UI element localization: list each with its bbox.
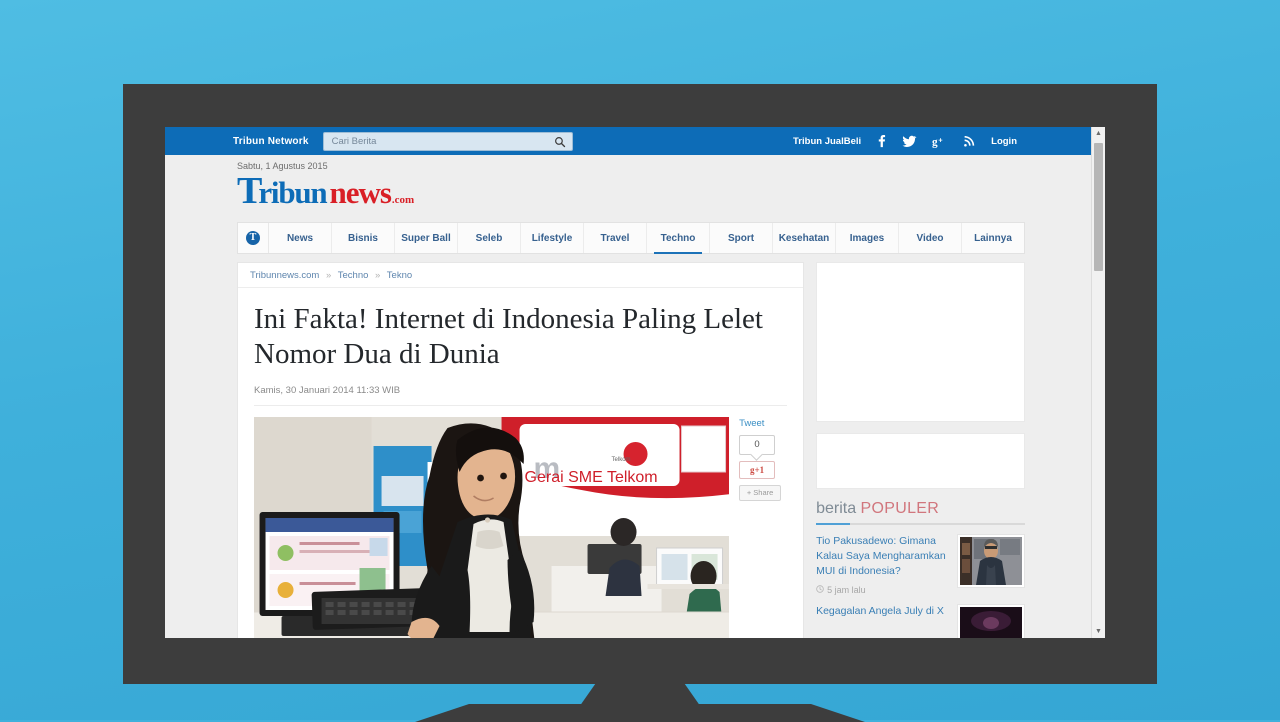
article-column: Tribunnews.com » Techno » Tekno Ini Fakt… — [237, 262, 805, 638]
page-scrollbar[interactable]: ▲ ▼ — [1091, 127, 1105, 638]
current-date: Sabtu, 1 Agustus 2015 — [237, 161, 328, 171]
scrollbar-track[interactable] — [1092, 140, 1105, 625]
breadcrumb-separator-1: » — [325, 270, 332, 281]
article-photo: m Telkom Gerai SME Telkom — [254, 415, 730, 638]
search-input[interactable] — [329, 134, 544, 148]
scroll-down-arrow[interactable]: ▼ — [1092, 625, 1105, 638]
main-navigation: T News Bisnis Super Ball Seleb Lifestyle… — [237, 222, 1025, 254]
breadcrumb-home[interactable]: Tribunnews.com — [250, 270, 319, 281]
clock-icon — [816, 584, 824, 595]
breadcrumb-separator-2: » — [375, 270, 381, 281]
ad-slot-large[interactable] — [816, 262, 1025, 422]
breadcrumb-techno[interactable]: Techno — [338, 270, 369, 281]
scrollbar-thumb[interactable] — [1094, 143, 1103, 271]
content-area: Tribunnews.com » Techno » Tekno Ini Fakt… — [237, 262, 1025, 638]
popular-item-time: 5 jam lalu — [827, 584, 866, 595]
nav-item-sport[interactable]: Sport — [710, 223, 773, 253]
logo-suffix: .com — [391, 194, 415, 206]
webpage-tribunnews: Tribun Network Tribun JualBeli — [165, 127, 1097, 638]
sidebar-column: berita POPULER Tio Pakusadewo: Gimana Ka… — [816, 262, 1025, 638]
list-item[interactable]: Tio Pakusadewo: Gimana Kalau Saya Mengha… — [816, 525, 1025, 595]
login-link[interactable]: Login — [991, 136, 1017, 147]
article-headline: Ini Fakta! Internet di Indonesia Paling … — [254, 303, 763, 371]
logo-part-tribun: ribun — [258, 175, 327, 210]
article-body: m Telkom Gerai SME Telkom Tweet 0 g+1 + … — [238, 406, 803, 638]
svg-text:Gerai SME Telkom: Gerai SME Telkom — [525, 469, 658, 486]
google-plus-icon[interactable]: g + — [932, 135, 948, 148]
popular-item-text: Tio Pakusadewo: Gimana Kalau Saya Mengha… — [816, 534, 949, 595]
topbar-left-group: Tribun Network — [233, 131, 573, 151]
nav-label: Video — [916, 232, 944, 244]
logo-part-news: news — [329, 175, 391, 210]
nav-item-lainnya[interactable]: Lainnya — [962, 223, 1024, 253]
site-topbar: Tribun Network Tribun JualBeli — [165, 127, 1097, 155]
nav-label: Images — [849, 232, 885, 244]
nav-item-lifestyle[interactable]: Lifestyle — [521, 223, 584, 253]
tweet-count-badge: 0 — [739, 434, 776, 455]
tribun-home-icon: T — [246, 231, 260, 245]
nav-label: Kesehatan — [778, 232, 830, 244]
social-share-column: Tweet 0 g+1 + Share — [739, 416, 787, 638]
popular-item-thumbnail[interactable] — [957, 534, 1025, 588]
popular-item-thumbnail[interactable] — [957, 603, 1025, 638]
nav-item-super-ball[interactable]: Super Ball — [395, 223, 458, 253]
tribun-jualbeli-link[interactable]: Tribun JualBeli — [793, 136, 861, 147]
browser-viewport: Tribun Network Tribun JualBeli — [165, 127, 1105, 638]
site-masthead: Sabtu, 1 Agustus 2015 T ribun news .com — [165, 155, 1097, 214]
tribunnews-logo[interactable]: T ribun news .com — [237, 172, 1097, 210]
nav-item-video[interactable]: Video — [899, 223, 962, 253]
nav-label: Seleb — [475, 232, 503, 244]
twitter-icon[interactable] — [902, 135, 917, 148]
popular-item-title[interactable]: Tio Pakusadewo: Gimana Kalau Saya Mengha… — [816, 534, 949, 579]
popular-item-title[interactable]: Kegagalan Angela July di X — [816, 604, 949, 619]
nav-item-seleb[interactable]: Seleb — [458, 223, 521, 253]
svg-text:+: + — [939, 135, 943, 144]
facebook-icon[interactable] — [876, 134, 887, 148]
nav-label: Techno — [660, 232, 696, 244]
nav-item-techno[interactable]: Techno — [647, 223, 710, 254]
scroll-up-arrow[interactable]: ▲ — [1092, 127, 1105, 140]
ad-slot-small[interactable] — [816, 433, 1025, 489]
nav-label: Travel — [600, 232, 630, 244]
popular-item-meta: 5 jam lalu — [816, 585, 949, 595]
nav-label: News — [286, 232, 314, 244]
nav-item-bisnis[interactable]: Bisnis — [332, 223, 395, 253]
article-header: Ini Fakta! Internet di Indonesia Paling … — [238, 288, 803, 406]
topbar-right-group: Tribun JualBeli g + Login — [793, 134, 1017, 148]
popular-heading: berita POPULER — [816, 500, 1025, 525]
search-icon[interactable] — [554, 135, 566, 147]
breadcrumb: Tribunnews.com » Techno » Tekno — [238, 263, 804, 288]
nav-label: Lifestyle — [531, 232, 573, 244]
nav-label: Sport — [727, 232, 755, 244]
svg-text:Telkom: Telkom — [612, 457, 631, 463]
nav-item-travel[interactable]: Travel — [584, 223, 647, 253]
tribun-network-label[interactable]: Tribun Network — [233, 136, 309, 147]
popular-item-text: Kegagalan Angela July di X — [816, 604, 949, 619]
nav-label: Bisnis — [347, 232, 378, 244]
popular-heading-part1: berita — [816, 500, 861, 517]
nav-item-images[interactable]: Images — [836, 223, 899, 253]
monitor-stand-base — [415, 704, 865, 722]
tweet-button[interactable]: Tweet — [739, 418, 764, 429]
rss-icon[interactable] — [963, 135, 976, 148]
popular-news-widget: berita POPULER Tio Pakusadewo: Gimana Ka… — [816, 500, 1025, 638]
breadcrumb-tekno[interactable]: Tekno — [387, 270, 412, 281]
desktop-monitor-scene: Tribun Network Tribun JualBeli — [0, 0, 1280, 722]
search-box[interactable] — [322, 131, 573, 151]
nav-home-button[interactable]: T — [238, 223, 269, 253]
nav-item-kesehatan[interactable]: Kesehatan — [773, 223, 836, 253]
nav-label: Lainnya — [974, 232, 1012, 244]
nav-label: Super Ball — [401, 232, 451, 244]
popular-heading-part2: POPULER — [860, 500, 940, 517]
share-button[interactable]: + Share — [739, 484, 782, 501]
svg-text:g: g — [932, 136, 938, 148]
list-item[interactable]: Kegagalan Angela July di X — [816, 595, 1025, 638]
google-plus-one-button[interactable]: g+1 — [739, 460, 776, 479]
article-timestamp: Kamis, 30 Januari 2014 11:33 WIB — [254, 385, 788, 406]
nav-item-news[interactable]: News — [269, 223, 332, 253]
